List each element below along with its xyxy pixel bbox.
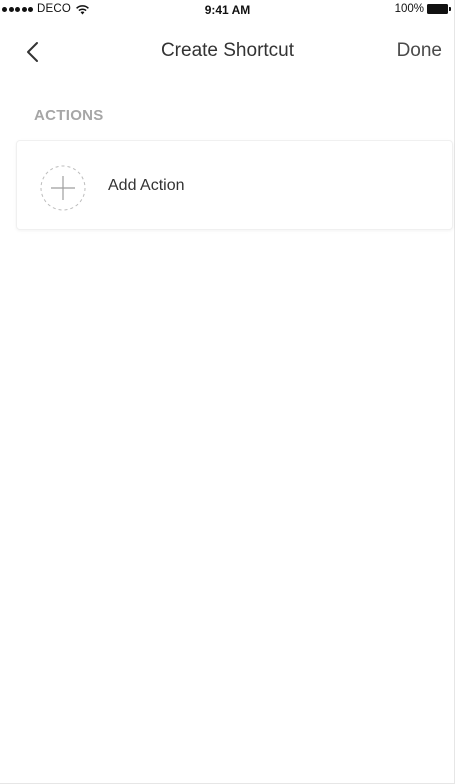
add-action-label: Add Action: [108, 177, 185, 194]
status-right: 100%: [395, 3, 451, 15]
done-button[interactable]: Done: [397, 40, 442, 62]
status-time: 9:41 AM: [204, 3, 251, 17]
actions-section-header: ACTIONS: [34, 107, 104, 124]
create-shortcut-screen: DECO 9:41 AM 100% Create Shortcut Done A…: [0, 0, 455, 784]
battery-percentage: 100%: [394, 3, 424, 15]
status-bar: DECO 9:41 AM 100%: [0, 0, 455, 20]
battery-icon: [427, 4, 451, 14]
add-action-button[interactable]: Add Action: [16, 140, 453, 230]
add-plus-icon: [40, 165, 86, 211]
navigation-bar: Create Shortcut Done: [0, 26, 455, 78]
page-title: Create Shortcut: [160, 40, 295, 61]
